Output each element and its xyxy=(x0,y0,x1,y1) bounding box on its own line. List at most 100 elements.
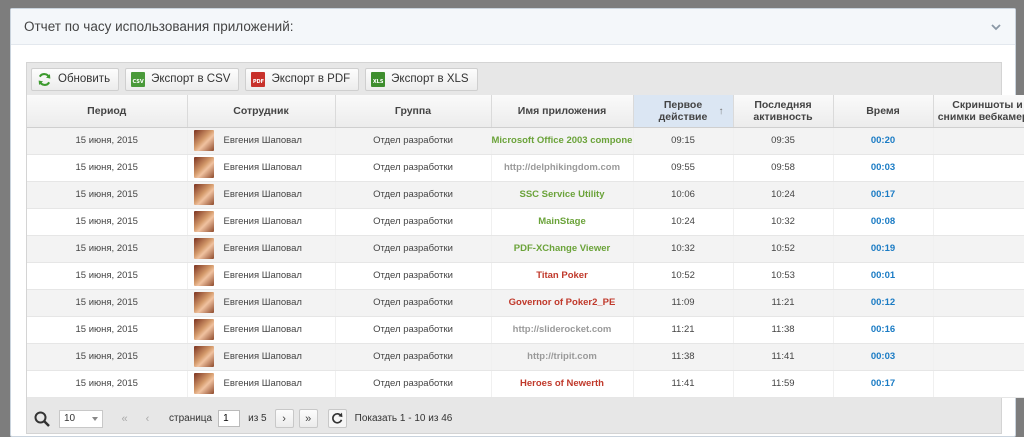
table-row[interactable]: 15 июня, 2015 Евгения Шаповал Отдел разраб… xyxy=(27,127,1024,155)
col-app[interactable]: Имя приложения xyxy=(491,95,634,128)
employee-name: Евгения Шаповал xyxy=(223,135,302,147)
cell-first-action: 11:21 xyxy=(633,316,734,344)
time-link[interactable]: 00:03 xyxy=(871,351,895,362)
cell-app: Heroes of Newerth xyxy=(491,370,634,398)
col-last-activity-label: Последняя активность xyxy=(753,98,813,123)
col-group[interactable]: Группа xyxy=(335,95,492,128)
employee-name: Евгения Шаповал xyxy=(223,324,302,336)
app-name: http://tripit.com xyxy=(527,351,597,362)
cell-app: http://sliderocket.com xyxy=(491,316,634,344)
col-last-activity[interactable]: Последняя активность xyxy=(733,95,834,128)
avatar xyxy=(193,265,214,286)
refresh-button[interactable]: Обновить xyxy=(31,67,120,91)
table-row[interactable]: 15 июня, 2015 Евгения Шаповал Отдел разраб… xyxy=(27,235,1024,263)
cell-last-activity: 10:24 xyxy=(733,181,834,209)
table-row[interactable]: 15 июня, 2015 Евгения Шаповал Отдел разраб… xyxy=(27,289,1024,317)
table-row[interactable]: 15 июня, 2015 Евгения Шаповал Отдел разраб… xyxy=(27,316,1024,344)
export-pdf-label: Экспорт в PDF xyxy=(271,73,351,85)
table-row[interactable]: 15 июня, 2015 Евгения Шаповал Отдел разраб… xyxy=(27,343,1024,371)
cell-screenshots xyxy=(933,262,1024,290)
cell-screenshots xyxy=(933,343,1024,371)
last-page-button[interactable]: » xyxy=(298,409,318,428)
app-name: Microsoft Office 2003 component xyxy=(491,135,633,146)
app-name: http://delphikingdom.com xyxy=(503,162,621,173)
time-link[interactable]: 00:16 xyxy=(871,324,895,335)
page-count-label: из 5 xyxy=(248,413,267,424)
export-csv-button[interactable]: CSV Экспорт в CSV xyxy=(125,67,240,91)
cell-first-action: 11:09 xyxy=(633,289,734,317)
cell-time: 00:16 xyxy=(833,316,934,344)
employee-name: Евгения Шаповал xyxy=(223,297,302,309)
cell-group: Отдел разработки xyxy=(335,343,492,371)
cell-app: PDF-XChange Viewer xyxy=(491,235,634,263)
cell-period: 15 июня, 2015 xyxy=(27,370,188,398)
cell-group: Отдел разработки xyxy=(335,181,492,209)
time-link[interactable]: 00:17 xyxy=(871,378,895,389)
search-icon[interactable] xyxy=(33,410,51,428)
time-link[interactable]: 00:12 xyxy=(871,297,895,308)
export-pdf-button[interactable]: PDF Экспорт в PDF xyxy=(245,67,360,91)
cell-period: 15 июня, 2015 xyxy=(27,289,188,317)
page-label: страница xyxy=(169,413,213,424)
cell-group: Отдел разработки xyxy=(335,262,492,290)
employee-name: Евгения Шаповал xyxy=(223,189,302,201)
chevron-down-icon[interactable] xyxy=(989,20,1003,34)
col-screenshots[interactable]: Скриншоты и снимки вебкамеры xyxy=(933,95,1024,128)
col-first-action[interactable]: Первое действие ↑ xyxy=(633,95,734,128)
time-link[interactable]: 00:01 xyxy=(871,270,895,281)
cell-time: 00:19 xyxy=(833,235,934,263)
cell-employee: Евгения Шаповал xyxy=(187,127,336,155)
refresh-icon[interactable] xyxy=(327,409,347,428)
cell-first-action: 09:55 xyxy=(633,154,734,182)
col-time[interactable]: Время xyxy=(833,95,934,128)
cell-time: 00:20 xyxy=(833,127,934,155)
cell-time: 00:12 xyxy=(833,289,934,317)
time-link[interactable]: 00:08 xyxy=(871,216,895,227)
cell-first-action: 10:52 xyxy=(633,262,734,290)
page-input[interactable] xyxy=(218,410,241,427)
time-link[interactable]: 00:20 xyxy=(871,135,895,146)
first-page-button[interactable]: « xyxy=(115,409,134,428)
table-row[interactable]: 15 июня, 2015 Евгения Шаповал Отдел разраб… xyxy=(27,154,1024,182)
chevron-down-icon xyxy=(92,416,98,421)
export-csv-label: Экспорт в CSV xyxy=(151,73,231,85)
records-summary: Показать 1 - 10 из 46 xyxy=(354,413,453,424)
export-xls-button[interactable]: XLS Экспорт в XLS xyxy=(365,67,478,91)
col-employee[interactable]: Сотрудник xyxy=(187,95,336,128)
table-row[interactable]: 15 июня, 2015 Евгения Шаповал Отдел разраб… xyxy=(27,370,1024,398)
cell-employee: Евгения Шаповал xyxy=(187,289,336,317)
time-link[interactable]: 00:03 xyxy=(871,162,895,173)
cell-app: Titan Poker xyxy=(491,262,634,290)
cell-group: Отдел разработки xyxy=(335,127,492,155)
avatar xyxy=(193,319,214,340)
cell-employee: Евгения Шаповал xyxy=(187,235,336,263)
xls-file-icon: XLS xyxy=(371,71,386,87)
grid-toolbar: Обновить CSV Экспорт в CSV PDF Экспорт в… xyxy=(27,63,1001,95)
cell-last-activity: 11:41 xyxy=(733,343,834,371)
app-name: Titan Poker xyxy=(536,270,588,281)
table-row[interactable]: 15 июня, 2015 Евгения Шаповал Отдел разраб… xyxy=(27,181,1024,209)
page-size-select[interactable]: 10 xyxy=(59,409,103,428)
cell-screenshots xyxy=(933,289,1024,317)
cell-screenshots xyxy=(933,235,1024,263)
next-page-button[interactable]: › xyxy=(274,409,294,428)
avatar xyxy=(193,130,214,151)
cell-app: SSC Service Utility xyxy=(491,181,634,209)
cell-app: http://delphikingdom.com xyxy=(491,154,634,182)
app-name: Heroes of Newerth xyxy=(520,378,604,389)
employee-name: Евгения Шаповал xyxy=(223,351,302,363)
export-xls-label: Экспорт в XLS xyxy=(391,73,469,85)
header-row: Период Сотрудник Группа Имя приложения П… xyxy=(27,95,1024,128)
time-link[interactable]: 00:19 xyxy=(871,243,895,254)
cell-employee: Евгения Шаповал xyxy=(187,316,336,344)
table-row[interactable]: 15 июня, 2015 Евгения Шаповал Отдел разраб… xyxy=(27,208,1024,236)
table-row[interactable]: 15 июня, 2015 Евгения Шаповал Отдел разраб… xyxy=(27,262,1024,290)
cell-employee: Евгения Шаповал xyxy=(187,262,336,290)
col-period[interactable]: Период xyxy=(27,95,188,128)
table-body: 15 июня, 2015 Евгения Шаповал Отдел разраб… xyxy=(27,127,1024,398)
employee-name: Евгения Шаповал xyxy=(223,243,302,255)
employee-name: Евгения Шаповал xyxy=(223,216,302,228)
time-link[interactable]: 00:17 xyxy=(871,189,895,200)
cell-time: 00:01 xyxy=(833,262,934,290)
prev-page-button[interactable]: ‹ xyxy=(138,409,157,428)
